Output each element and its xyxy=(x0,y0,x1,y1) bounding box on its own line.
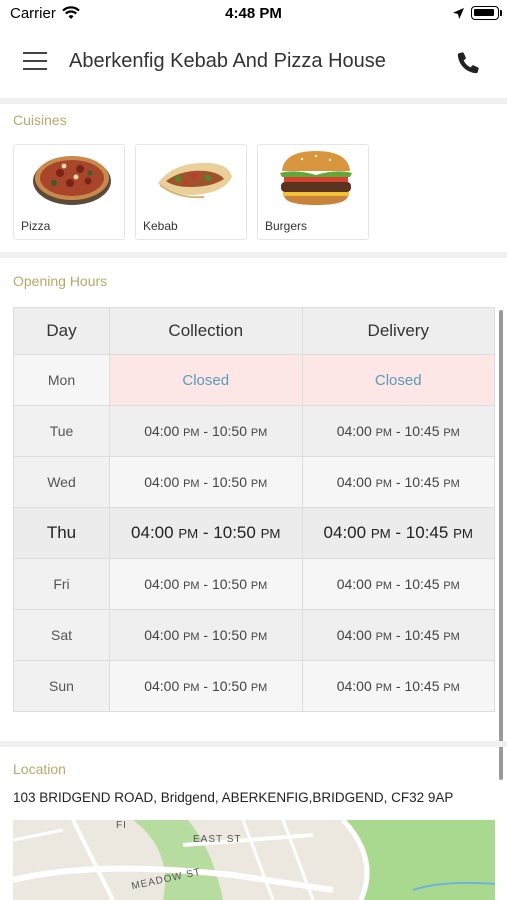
day-cell: Tue xyxy=(13,405,110,457)
section-divider xyxy=(0,98,507,104)
column-header-day: Day xyxy=(13,307,110,355)
section-divider xyxy=(0,252,507,258)
collection-cell: 04:00 PM - 10:50 PM xyxy=(109,456,303,508)
day-cell: Thu xyxy=(13,507,110,559)
cuisine-card-burgers[interactable]: Burgers xyxy=(257,144,369,240)
cuisine-card-pizza[interactable]: Pizza xyxy=(13,144,125,240)
map-street-label: FI xyxy=(116,820,127,831)
delivery-cell: 04:00 PM - 10:45 PM xyxy=(301,456,495,508)
opening-hours-title: Opening Hours xyxy=(13,273,108,289)
phone-icon[interactable] xyxy=(455,50,481,76)
collection-cell: Closed xyxy=(109,354,303,406)
column-header-collection: Collection xyxy=(109,307,303,355)
opening-hours-table: Day Collection Delivery Mon Closed Close… xyxy=(13,307,495,712)
collection-cell: 04:00 PM - 10:50 PM xyxy=(109,609,303,661)
location-arrow-icon xyxy=(453,8,464,19)
cuisine-label: Kebab xyxy=(143,219,178,233)
day-cell: Mon xyxy=(13,354,110,406)
scrollbar[interactable] xyxy=(499,310,503,780)
delivery-cell: 04:00 PM - 10:45 PM xyxy=(301,558,495,610)
table-row: Fri 04:00 PM - 10:50 PM 04:00 PM - 10:45… xyxy=(13,558,495,610)
menu-icon[interactable] xyxy=(23,52,47,72)
table-header-row: Day Collection Delivery xyxy=(13,307,495,355)
cuisine-card-kebab[interactable]: Kebab xyxy=(135,144,247,240)
app-header: Aberkenfig Kebab And Pizza House xyxy=(0,28,507,98)
battery-icon xyxy=(471,6,499,20)
collection-cell: 04:00 PM - 10:50 PM xyxy=(109,405,303,457)
table-row-today: Thu 04:00 PM - 10:50 PM 04:00 PM - 10:45… xyxy=(13,507,495,559)
delivery-cell: 04:00 PM - 10:45 PM xyxy=(301,405,495,457)
collection-cell: 04:00 PM - 10:50 PM xyxy=(109,660,303,712)
delivery-cell: 04:00 PM - 10:45 PM xyxy=(301,609,495,661)
table-row: Wed 04:00 PM - 10:50 PM 04:00 PM - 10:45… xyxy=(13,456,495,508)
delivery-cell: 04:00 PM - 10:45 PM xyxy=(301,507,495,559)
burger-image xyxy=(280,151,352,205)
status-bar: Carrier 4:48 PM xyxy=(0,0,507,28)
day-cell: Fri xyxy=(13,558,110,610)
section-divider xyxy=(0,741,507,747)
address-text: 103 BRIDGEND ROAD, Bridgend, ABERKENFIG,… xyxy=(13,790,454,805)
table-row: Tue 04:00 PM - 10:50 PM 04:00 PM - 10:45… xyxy=(13,405,495,457)
location-title: Location xyxy=(13,761,66,777)
day-cell: Sat xyxy=(13,609,110,661)
cuisine-label: Burgers xyxy=(265,219,308,233)
delivery-cell: Closed xyxy=(301,354,495,406)
delivery-cell: 04:00 PM - 10:45 PM xyxy=(301,660,495,712)
table-row: Sun 04:00 PM - 10:50 PM 04:00 PM - 10:45… xyxy=(13,660,495,712)
table-row: Mon Closed Closed xyxy=(13,354,495,406)
collection-cell: 04:00 PM - 10:50 PM xyxy=(109,558,303,610)
page-title: Aberkenfig Kebab And Pizza House xyxy=(69,50,386,72)
cuisine-label: Pizza xyxy=(21,219,51,233)
battery-tip xyxy=(500,10,502,16)
location-map[interactable]: EAST ST MEADOW ST FI xyxy=(13,820,495,900)
clock-time: 4:48 PM xyxy=(225,5,282,22)
column-header-delivery: Delivery xyxy=(301,307,495,355)
kebab-image xyxy=(158,162,232,199)
day-cell: Sun xyxy=(13,660,110,712)
cuisines-title: Cuisines xyxy=(13,112,67,128)
map-background xyxy=(13,820,495,900)
pizza-image xyxy=(33,156,111,205)
day-cell: Wed xyxy=(13,456,110,508)
collection-cell: 04:00 PM - 10:50 PM xyxy=(109,507,303,559)
table-row: Sat 04:00 PM - 10:50 PM 04:00 PM - 10:45… xyxy=(13,609,495,661)
map-street-label: EAST ST xyxy=(193,834,242,845)
